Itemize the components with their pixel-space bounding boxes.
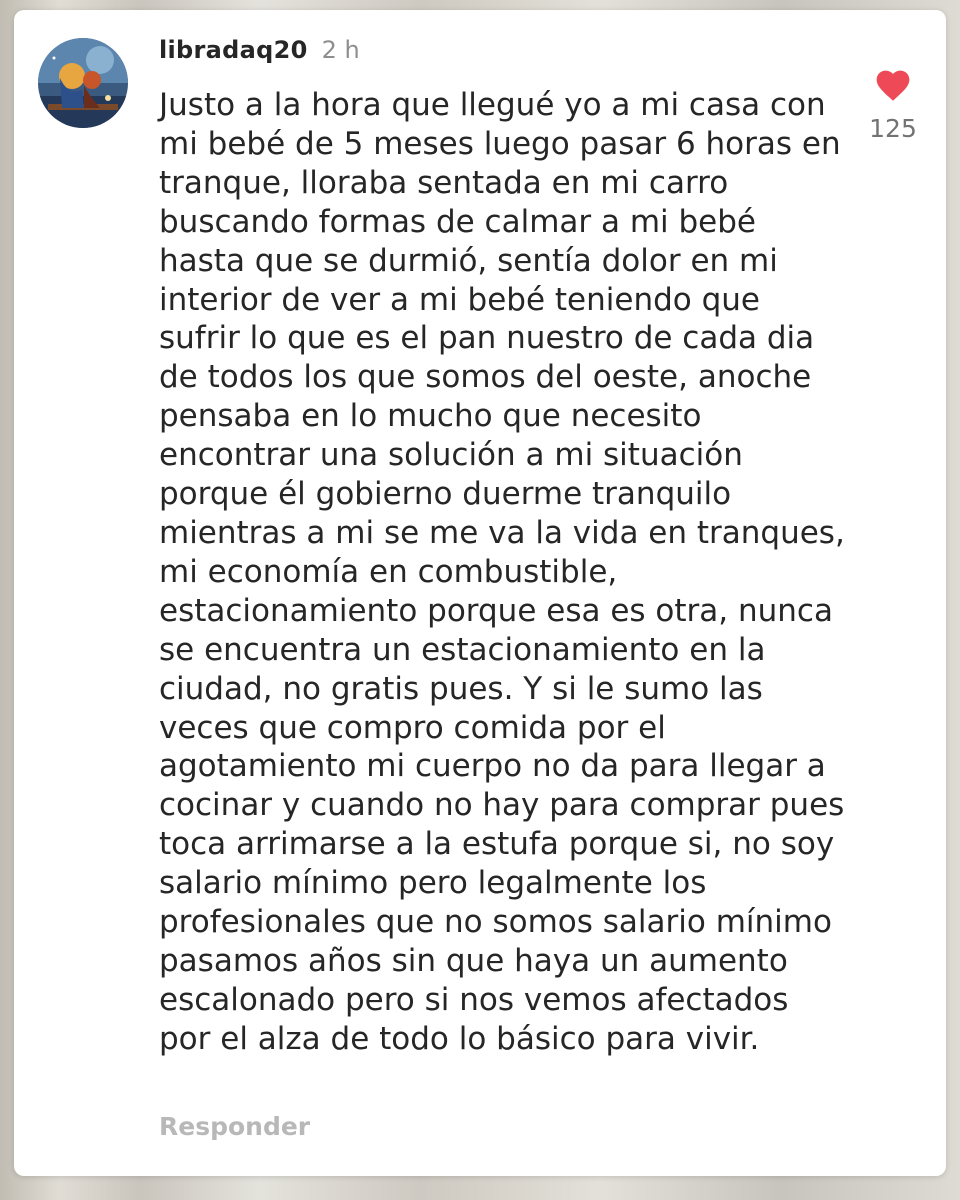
heart-icon[interactable] xyxy=(873,66,913,102)
comment-card: libradaq20 2 h Justo a la hora que llegu… xyxy=(14,10,946,1176)
avatar-image xyxy=(38,38,128,128)
like-section: 125 xyxy=(862,66,924,143)
like-count: 125 xyxy=(869,114,917,143)
comment-text: Justo a la hora que llegué yo a mi casa … xyxy=(159,87,845,1057)
timestamp: 2 h xyxy=(321,36,360,64)
avatar[interactable] xyxy=(38,38,128,128)
reply-button[interactable]: Responder xyxy=(159,1112,310,1141)
comment-meta: libradaq20 2 h xyxy=(159,36,360,64)
username[interactable]: libradaq20 xyxy=(159,36,308,64)
